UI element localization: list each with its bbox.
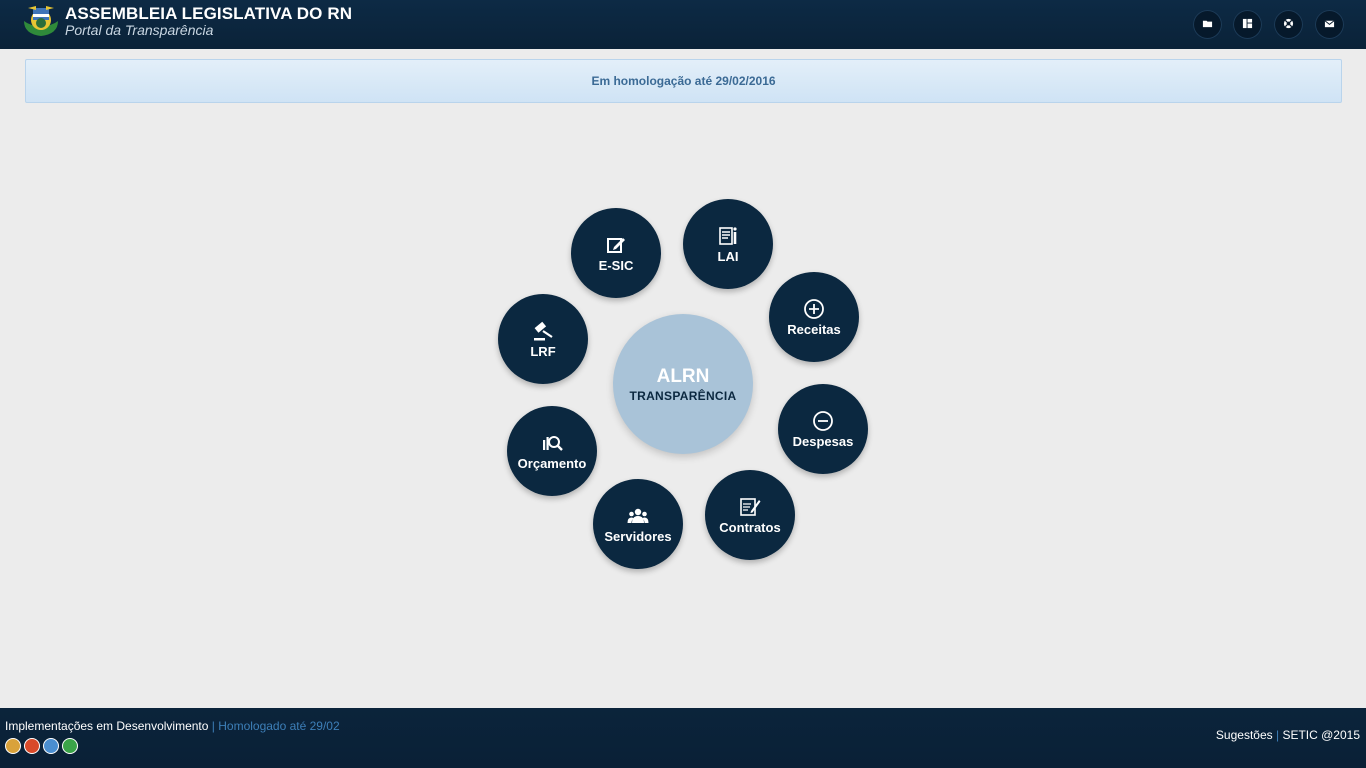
info-document-icon bbox=[716, 225, 740, 247]
hub-item-label: LAI bbox=[717, 248, 739, 264]
footer-dev-link[interactable]: Implementações em Desenvolvimento bbox=[5, 719, 208, 733]
folder-icon bbox=[1202, 16, 1213, 34]
lifebuoy-icon bbox=[1283, 16, 1294, 34]
coat-of-arms-logo[interactable] bbox=[22, 4, 60, 38]
footer-homologated-text: Homologado até 29/02 bbox=[218, 719, 340, 733]
footer-badges bbox=[5, 738, 78, 754]
hub-item-despesas[interactable]: Despesas bbox=[778, 384, 868, 474]
footer-credits: Sugestões | SETIC @2015 bbox=[1216, 728, 1360, 742]
badge-icon[interactable] bbox=[62, 738, 78, 754]
top-header: ASSEMBLEIA LEGISLATIVA DO RN Portal da T… bbox=[0, 0, 1366, 49]
badge-icon[interactable] bbox=[24, 738, 40, 754]
plus-circle-icon bbox=[802, 298, 826, 320]
site-subtitle: Portal da Transparência bbox=[65, 22, 214, 38]
contract-icon bbox=[738, 496, 762, 518]
mail-icon bbox=[1324, 16, 1335, 34]
gavel-icon bbox=[531, 320, 555, 342]
badge-icon[interactable] bbox=[5, 738, 21, 754]
minus-circle-icon bbox=[811, 410, 835, 432]
badge-icon[interactable] bbox=[43, 738, 59, 754]
notice-text: Em homologação até 29/02/2016 bbox=[591, 74, 776, 88]
footer: Implementações em Desenvolvimento | Homo… bbox=[0, 708, 1366, 768]
users-icon bbox=[626, 505, 650, 527]
hub-item-receitas[interactable]: Receitas bbox=[769, 272, 859, 362]
hub-center-title: ALRN bbox=[656, 365, 710, 387]
hub-item-orcamento[interactable]: Orçamento bbox=[507, 406, 597, 496]
mail-button[interactable] bbox=[1315, 10, 1344, 39]
hub-center-subtitle: TRANSPARÊNCIA bbox=[629, 388, 737, 403]
footer-status: Implementações em Desenvolvimento | Homo… bbox=[5, 719, 340, 733]
hub-item-label: Orçamento bbox=[517, 455, 587, 471]
help-button[interactable] bbox=[1274, 10, 1303, 39]
hub-item-label: Servidores bbox=[604, 528, 672, 544]
hub-item-esic[interactable]: E-SIC bbox=[571, 208, 661, 298]
homologation-notice: Em homologação até 29/02/2016 bbox=[25, 59, 1342, 103]
hub-center[interactable]: ALRN TRANSPARÊNCIA bbox=[613, 314, 753, 454]
hub-item-lai[interactable]: LAI bbox=[683, 199, 773, 289]
hub-item-lrf[interactable]: LRF bbox=[498, 294, 588, 384]
site-title: ASSEMBLEIA LEGISLATIVA DO RN bbox=[65, 4, 353, 23]
hub-item-label: Contratos bbox=[719, 519, 781, 535]
hub-item-label: Receitas bbox=[787, 321, 841, 337]
footer-separator: | bbox=[208, 719, 219, 733]
setic-credit: SETIC @2015 bbox=[1282, 728, 1360, 742]
hub-item-label: Despesas bbox=[792, 433, 854, 449]
edit-icon bbox=[604, 234, 628, 256]
hub-item-contratos[interactable]: Contratos bbox=[705, 470, 795, 560]
footer-right-separator: | bbox=[1272, 728, 1283, 742]
layout-icon bbox=[1242, 16, 1253, 34]
hub-item-label: LRF bbox=[530, 343, 556, 359]
suggestions-link[interactable]: Sugestões bbox=[1216, 728, 1273, 742]
hub-item-servidores[interactable]: Servidores bbox=[593, 479, 683, 569]
layout-button[interactable] bbox=[1233, 10, 1262, 39]
hub-item-label: E-SIC bbox=[598, 257, 634, 273]
folder-button[interactable] bbox=[1193, 10, 1222, 39]
search-chart-icon bbox=[540, 432, 564, 454]
